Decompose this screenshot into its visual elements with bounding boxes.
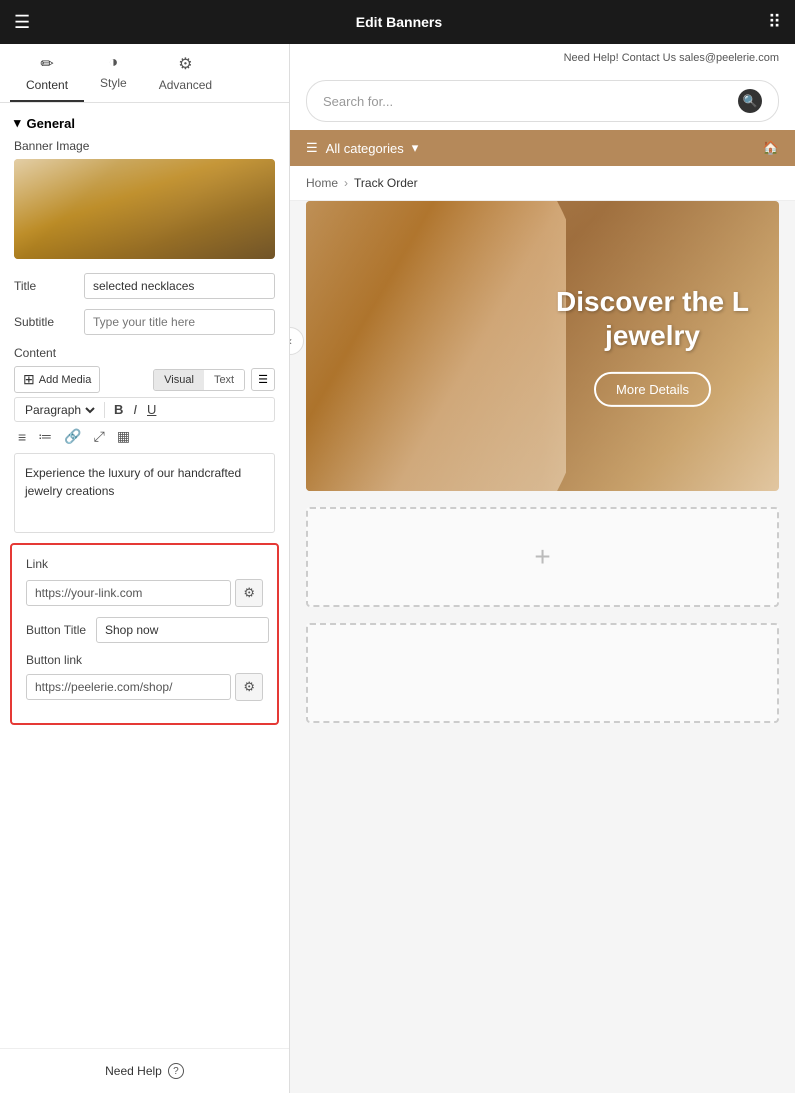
editor-top-bar: ⊞ Add Media Visual Text ☰ xyxy=(14,366,275,393)
general-label: General xyxy=(27,116,75,131)
categories-chevron: ▾ xyxy=(412,140,419,156)
link-input-row: ⚙ xyxy=(26,579,263,607)
list-icon-button[interactable]: ☰ xyxy=(251,368,275,391)
button-title-label: Button Title xyxy=(26,623,88,637)
help-icon: ? xyxy=(168,1063,184,1079)
grid-button[interactable]: ▦ xyxy=(113,426,134,447)
button-link-label: Button link xyxy=(26,653,263,667)
button-link-gear-button[interactable]: ⚙ xyxy=(235,673,263,701)
advanced-icon: ⚙ xyxy=(178,54,192,74)
banner-preview: Discover the L jewelry More Details xyxy=(306,201,779,491)
link-section: Link ⚙ Button Title Button link ⚙ xyxy=(10,543,279,725)
topbar: ☰ Edit Banners ⠿ xyxy=(0,0,795,44)
italic-button[interactable]: I xyxy=(130,401,140,418)
add-media-button[interactable]: ⊞ Add Media xyxy=(14,366,100,393)
format-toolbar: Paragraph B I U xyxy=(14,397,275,422)
subtitle-label: Subtitle xyxy=(14,315,76,329)
breadcrumb: Home › Track Order xyxy=(290,166,795,200)
tab-style[interactable]: ◑ Style xyxy=(84,44,143,102)
categories-left: ☰ All categories ▾ xyxy=(306,140,418,156)
link-gear-button[interactable]: ⚙ xyxy=(235,579,263,607)
search-bar[interactable]: Search for... 🔍 xyxy=(306,80,779,122)
categories-label: All categories xyxy=(326,141,404,156)
add-media-icon: ⊞ xyxy=(23,371,35,388)
visual-view-button[interactable]: Visual xyxy=(154,370,204,390)
tabs-bar: ✏ Content ◑ Style ⚙ Advanced xyxy=(0,44,289,103)
title-label: Title xyxy=(14,279,76,293)
grid-icon[interactable]: ⠿ xyxy=(768,12,781,33)
button-title-group: Button Title xyxy=(26,617,263,643)
unordered-list-button[interactable]: ≡ xyxy=(14,427,30,447)
banner-image-preview[interactable] xyxy=(14,159,275,259)
subtitle-input[interactable] xyxy=(84,309,275,335)
breadcrumb-separator: › xyxy=(344,176,348,190)
store-help-text: Need Help! Contact Us sales@peelerie.com xyxy=(564,52,779,64)
button-title-input[interactable] xyxy=(96,617,269,643)
add-block-area[interactable]: + xyxy=(306,507,779,607)
chevron-down-icon: ▾ xyxy=(14,115,21,131)
banner-text-overlay: Discover the L jewelry More Details xyxy=(556,285,749,407)
editor-content-area[interactable]: Experience the luxury of our handcrafted… xyxy=(14,453,275,533)
need-help-section[interactable]: Need Help ? xyxy=(0,1048,289,1093)
list-toolbar: ≡ ≔ 🔗 ⤢ ▦ xyxy=(14,426,275,447)
subtitle-group: Subtitle xyxy=(14,309,275,335)
paragraph-select[interactable]: Paragraph xyxy=(21,402,98,418)
breadcrumb-home[interactable]: Home xyxy=(306,176,338,190)
tab-advanced[interactable]: ⚙ Advanced xyxy=(143,44,228,102)
general-section-content: Banner Image Title Subtitle Content xyxy=(0,139,289,533)
right-panel: Need Help! Contact Us sales@peelerie.com… xyxy=(290,44,795,1093)
text-view-button[interactable]: Text xyxy=(204,370,244,390)
categories-right: 🏠 xyxy=(763,140,779,156)
home-icon: 🏠 xyxy=(763,140,779,156)
expand-button[interactable]: ⤢ xyxy=(90,426,109,447)
underline-button[interactable]: U xyxy=(144,401,159,418)
hamburger-icon[interactable]: ☰ xyxy=(14,12,30,33)
button-link-input[interactable] xyxy=(26,674,231,700)
store-header: Need Help! Contact Us sales@peelerie.com… xyxy=(290,44,795,201)
title-input[interactable] xyxy=(84,273,275,299)
tab-content[interactable]: ✏ Content xyxy=(10,44,84,102)
banner-heading: Discover the L jewelry xyxy=(556,285,749,352)
store-topbar: Need Help! Contact Us sales@peelerie.com xyxy=(290,44,795,72)
search-placeholder: Search for... xyxy=(323,94,730,109)
ordered-list-button[interactable]: ≔ xyxy=(34,426,56,447)
content-label: Content xyxy=(14,345,275,360)
collapse-panel-button[interactable]: ‹ xyxy=(290,327,304,355)
link-input[interactable] xyxy=(26,580,231,606)
bold-button[interactable]: B xyxy=(111,401,126,418)
style-icon: ◑ xyxy=(109,54,119,72)
button-link-input-row: ⚙ xyxy=(26,673,263,701)
left-panel: ✏ Content ◑ Style ⚙ Advanced ▾ General B… xyxy=(0,44,290,1093)
content-icon: ✏ xyxy=(40,54,53,74)
title-group: Title xyxy=(14,273,275,299)
menu-icon: ☰ xyxy=(306,140,318,156)
link-button[interactable]: 🔗 xyxy=(60,426,85,447)
banner-more-details-button[interactable]: More Details xyxy=(594,372,711,407)
need-help-label: Need Help xyxy=(105,1064,162,1078)
page-title: Edit Banners xyxy=(356,14,442,30)
link-label: Link xyxy=(26,557,263,571)
empty-block xyxy=(306,623,779,723)
add-block-icon: + xyxy=(534,541,550,573)
banner-image-label: Banner Image xyxy=(14,139,275,153)
categories-bar: ☰ All categories ▾ 🏠 xyxy=(290,130,795,166)
search-icon[interactable]: 🔍 xyxy=(738,89,762,113)
general-section-header[interactable]: ▾ General xyxy=(0,103,289,139)
breadcrumb-current: Track Order xyxy=(354,176,418,190)
view-toggle: Visual Text xyxy=(153,369,245,391)
toolbar-divider xyxy=(104,402,105,418)
